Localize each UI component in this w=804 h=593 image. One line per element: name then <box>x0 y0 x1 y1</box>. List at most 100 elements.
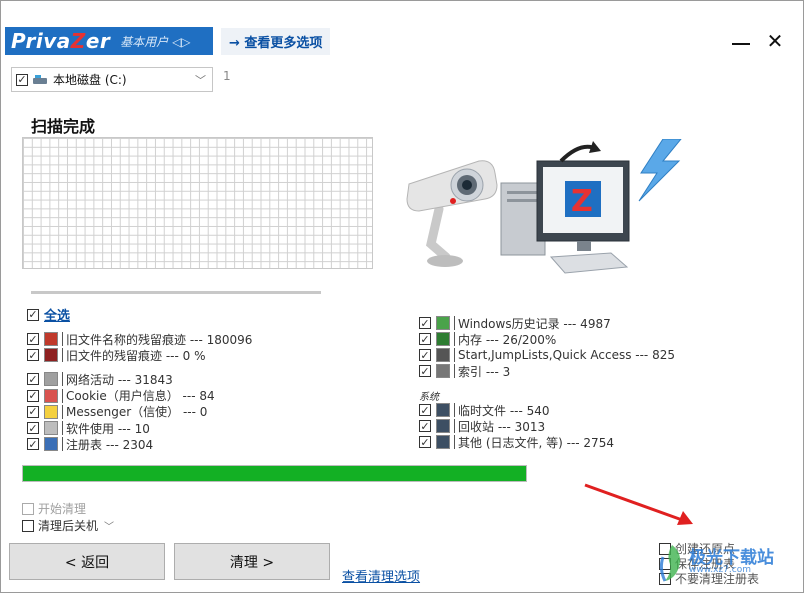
system-item-checkbox[interactable]: ✓ <box>419 404 431 416</box>
system-item-checkbox[interactable]: ✓ <box>419 420 431 433</box>
separator <box>31 291 321 294</box>
left-item-checkbox[interactable]: ✓ <box>27 422 39 434</box>
skip-registry-checkbox[interactable] <box>659 572 671 585</box>
system-section-label: 系统 <box>419 392 439 403</box>
separator-bar <box>454 332 455 346</box>
left-item-2[interactable]: ✓ 网络活动 --- 31843 <box>27 371 173 387</box>
system-item-1[interactable]: ✓ 回收站 --- 3013 <box>419 418 545 434</box>
user-mode-label[interactable]: 基本用户 ◁▷ <box>120 33 190 50</box>
memory-icon <box>436 332 450 346</box>
left-item-checkbox[interactable]: ✓ <box>27 373 39 386</box>
save-registry-checkbox[interactable] <box>659 557 671 570</box>
minimize-button[interactable] <box>729 29 753 53</box>
save-registry-option[interactable]: 保存注册表 <box>659 556 759 571</box>
separator-bar <box>62 348 63 363</box>
right-item-checkbox[interactable]: ✓ <box>419 365 431 377</box>
close-button[interactable]: ✕ <box>763 29 787 53</box>
separator-bar <box>62 372 63 387</box>
start-clean-checkbox[interactable] <box>22 502 34 515</box>
progress-fill <box>23 466 526 481</box>
svg-text:Z: Z <box>571 184 593 219</box>
right-item-checkbox[interactable]: ✓ <box>419 317 431 329</box>
separator-bar <box>454 435 455 450</box>
left-item-label: 注册表 --- 2304 <box>66 437 154 452</box>
privazer-logo: PrivaZer <box>11 29 111 53</box>
software-icon <box>44 421 58 435</box>
privazer-window: PrivaZer 基本用户 ◁▷ → 查看更多选项 ✕ ✓ 本地磁盘 (C:) … <box>0 0 804 593</box>
drive-count: 1 <box>223 69 231 83</box>
scan-status-title: 扫描完成 <box>31 117 96 136</box>
jumplist-icon <box>436 348 450 362</box>
left-item-checkbox[interactable]: ✓ <box>27 389 39 402</box>
right-item-checkbox[interactable]: ✓ <box>419 333 431 345</box>
select-all-label[interactable]: 全选 <box>44 305 70 324</box>
select-all-option[interactable]: ✓ 全选 <box>27 305 70 324</box>
hard-drive-icon <box>33 74 47 85</box>
messenger-icon <box>44 404 58 419</box>
create-restore-point-option[interactable]: 创建还原点 <box>659 541 759 556</box>
left-item-5[interactable]: ✓ 软件使用 --- 10 <box>27 420 150 436</box>
temp-files-icon <box>436 403 450 417</box>
right-item-label: Start,JumpLists,Quick Access --- 825 <box>458 348 675 362</box>
clean-options-link[interactable]: 查看清理选项 <box>342 566 420 585</box>
system-item-label: 临时文件 --- 540 <box>458 403 550 418</box>
drive-checkbox[interactable]: ✓ <box>16 73 28 86</box>
restore-options: 创建还原点 保存注册表 不要清理注册表 <box>659 541 759 586</box>
surveillance-illustration: Z <box>406 139 682 274</box>
right-item-checkbox[interactable]: ✓ <box>419 349 431 361</box>
separator-bar <box>62 404 63 419</box>
left-item-4[interactable]: ✓ Messenger（信使） --- 0 <box>27 404 207 420</box>
clean-button[interactable]: 清理 > <box>174 543 330 580</box>
right-item-1[interactable]: ✓ 内存 --- 26/200% <box>419 331 556 347</box>
system-item-label: 回收站 --- 3013 <box>458 419 546 434</box>
system-item-checkbox[interactable]: ✓ <box>419 436 431 449</box>
system-item-2[interactable]: ✓ 其他 (日志文件, 等) --- 2754 <box>419 434 614 450</box>
right-item-label: Windows历史记录 --- 4987 <box>458 316 611 331</box>
left-item-checkbox[interactable]: ✓ <box>27 333 39 345</box>
chevron-down-icon: ﹀ <box>195 74 206 87</box>
separator-bar <box>454 348 455 362</box>
fingerprint-icon <box>44 372 58 387</box>
shutdown-after-checkbox[interactable] <box>22 519 34 532</box>
more-options-link[interactable]: → 查看更多选项 <box>221 28 331 55</box>
system-item-0[interactable]: ✓ 临时文件 --- 540 <box>419 402 550 418</box>
index-icon <box>436 364 450 378</box>
left-item-0[interactable]: ✓ 旧文件名称的残留痕迹 --- 180096 <box>27 331 252 347</box>
scan-progress-bar <box>22 465 527 482</box>
drive-dropdown[interactable]: ✓ 本地磁盘 (C:) ﹀ <box>11 67 213 92</box>
brand-banner: PrivaZer 基本用户 ◁▷ <box>5 27 213 55</box>
chevron-down-icon[interactable]: ﹀ <box>104 518 114 533</box>
scan-grid <box>22 137 373 269</box>
minimize-icon <box>732 43 750 45</box>
separator-bar <box>62 388 63 403</box>
annotation-arrow <box>584 483 693 525</box>
shutdown-after-label: 清理后关机 <box>38 519 99 533</box>
right-item-3[interactable]: ✓ 索引 --- 3 <box>419 363 510 379</box>
left-item-checkbox[interactable]: ✓ <box>27 405 39 418</box>
separator-bar <box>454 403 455 417</box>
separator-bar <box>454 419 455 434</box>
left-item-6[interactable]: ✓ 注册表 --- 2304 <box>27 436 153 452</box>
left-item-3[interactable]: ✓ Cookie（用户信息） --- 84 <box>27 388 215 404</box>
separator-bar <box>62 437 63 452</box>
left-item-checkbox[interactable]: ✓ <box>27 349 39 362</box>
left-item-1[interactable]: ✓ 旧文件的残留痕迹 --- 0 % <box>27 347 205 363</box>
left-item-checkbox[interactable]: ✓ <box>27 438 39 451</box>
right-item-2[interactable]: ✓ Start,JumpLists,Quick Access --- 825 <box>419 347 675 363</box>
select-all-checkbox[interactable]: ✓ <box>27 308 39 321</box>
start-clean-option[interactable]: 开始清理 <box>22 500 86 517</box>
right-item-label: 内存 --- 26/200% <box>458 332 557 347</box>
separator-bar <box>454 364 455 378</box>
separator-bar <box>62 421 63 435</box>
file-names-icon <box>44 332 58 346</box>
back-button[interactable]: < 返回 <box>9 543 165 580</box>
create-restore-point-checkbox[interactable] <box>659 542 671 555</box>
left-item-label: 旧文件名称的残留痕迹 --- 180096 <box>66 332 253 347</box>
start-clean-label: 开始清理 <box>38 502 87 516</box>
skip-registry-option[interactable]: 不要清理注册表 <box>659 571 759 586</box>
cookie-icon <box>44 388 58 403</box>
left-item-label: Cookie（用户信息） --- 84 <box>66 389 215 404</box>
shutdown-after-option[interactable]: 清理后关机 ﹀ <box>22 517 114 534</box>
separator-bar <box>454 316 455 330</box>
right-item-0[interactable]: ✓ Windows历史记录 --- 4987 <box>419 315 611 331</box>
